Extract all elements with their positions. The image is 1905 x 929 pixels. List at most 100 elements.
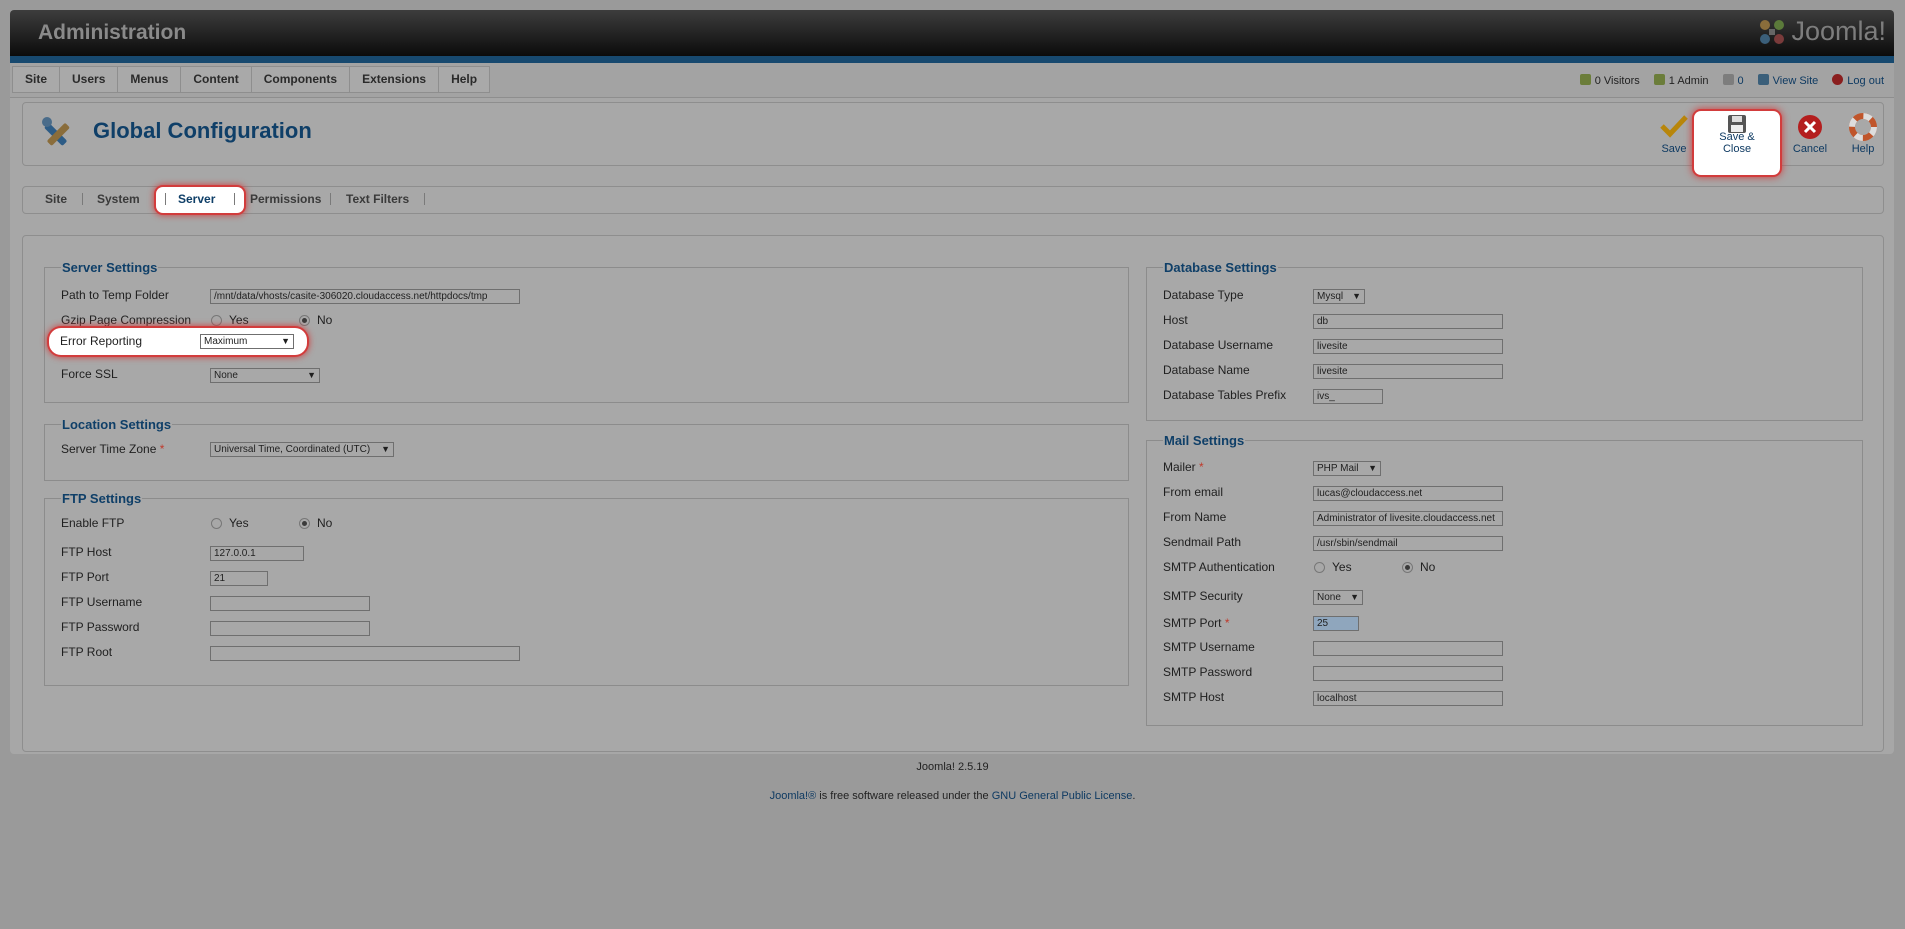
menu-item-content[interactable]: Content xyxy=(180,66,252,93)
db-prefix-input[interactable]: ivs_ xyxy=(1313,389,1383,404)
db-type-select[interactable]: Mysql ▼ xyxy=(1313,289,1365,304)
smtp-auth-yes-label: Yes xyxy=(1332,560,1352,574)
smtp-security-select[interactable]: None ▼ xyxy=(1313,590,1363,605)
license-text: Joomla!® is free software released under… xyxy=(0,790,1905,802)
error-reporting-label: Error Reporting xyxy=(60,334,143,348)
smtp-password-input[interactable] xyxy=(1313,666,1503,681)
force-ssl-select[interactable]: None ▼ xyxy=(210,368,320,383)
temp-folder-label: Path to Temp Folder xyxy=(61,288,169,302)
error-reporting-select[interactable]: Maximum ▼ xyxy=(200,334,294,349)
admin-header: Administration Joomla! xyxy=(10,10,1894,56)
smtp-host-label: SMTP Host xyxy=(1163,690,1225,704)
smtp-auth-no-radio[interactable] xyxy=(1402,562,1413,573)
mailer-select[interactable]: PHP Mail ▼ xyxy=(1313,461,1381,476)
timezone-label-text: Server Time Zone xyxy=(61,442,157,456)
dropdown-arrow-icon: ▼ xyxy=(1350,592,1359,602)
admins-status: 1 Admin xyxy=(1653,74,1709,87)
visitors-icon xyxy=(1579,74,1591,85)
page-toolbar: Global Configuration xyxy=(22,102,1884,166)
joomla-logo-icon xyxy=(1760,19,1785,44)
joomla-logo-text: Joomla! xyxy=(1791,16,1886,46)
menu-item-extensions[interactable]: Extensions xyxy=(349,66,440,93)
ftp-password-input[interactable] xyxy=(210,621,370,636)
logout-label[interactable]: Log out xyxy=(1847,75,1884,87)
gpl-license-link[interactable]: GNU General Public License xyxy=(992,790,1133,802)
gzip-yes-label: Yes xyxy=(229,313,249,327)
from-email-input[interactable]: lucas@cloudaccess.net xyxy=(1313,486,1503,501)
ftp-yes-radio[interactable] xyxy=(211,518,222,529)
help-label: Help xyxy=(1851,143,1875,155)
tab-server[interactable]: Server xyxy=(178,187,215,211)
cancel-button[interactable]: Cancel xyxy=(1780,110,1840,158)
timezone-select[interactable]: Universal Time, Coordinated (UTC) ▼ xyxy=(210,442,394,457)
mailer-label: Mailer * xyxy=(1163,460,1204,474)
smtp-username-label: SMTP Username xyxy=(1163,640,1255,654)
checkmark-icon xyxy=(1660,115,1688,138)
menu-item-help[interactable]: Help xyxy=(438,66,491,93)
tab-system[interactable]: System xyxy=(97,187,140,211)
admin-window: Administration Joomla! Site Users Menus … xyxy=(10,10,1894,754)
from-name-label: From Name xyxy=(1163,510,1227,524)
ftp-root-input[interactable] xyxy=(210,646,520,661)
tab-text-filters[interactable]: Text Filters xyxy=(346,187,409,211)
tab-separator xyxy=(165,193,166,205)
from-name-input[interactable]: Administrator of livesite.cloudaccess.ne… xyxy=(1313,511,1503,526)
dropdown-arrow-icon: ▼ xyxy=(1368,463,1377,473)
messages-icon xyxy=(1722,74,1734,85)
smtp-security-label: SMTP Security xyxy=(1163,589,1243,603)
mailer-label-text: Mailer xyxy=(1163,460,1196,474)
required-marker: * xyxy=(1199,460,1204,474)
mail-settings-legend: Mail Settings xyxy=(1163,433,1246,448)
view-site-link[interactable]: View Site xyxy=(1757,74,1819,87)
tab-permissions[interactable]: Permissions xyxy=(250,187,321,211)
gzip-no-radio[interactable] xyxy=(299,315,310,326)
dropdown-arrow-icon: ▼ xyxy=(1352,291,1361,301)
sendmail-path-input[interactable]: /usr/sbin/sendmail xyxy=(1313,536,1503,551)
db-type-label: Database Type xyxy=(1163,288,1244,302)
gzip-yes-radio[interactable] xyxy=(211,315,222,326)
messages-count[interactable]: 0 xyxy=(1738,75,1744,87)
help-button[interactable]: Help xyxy=(1838,110,1888,158)
ftp-no-label: No xyxy=(317,516,333,530)
save-close-button[interactable]: Save & Close xyxy=(1707,110,1767,158)
menu-item-users[interactable]: Users xyxy=(59,66,119,93)
force-ssl-value: None xyxy=(214,370,238,381)
version-text: Joomla! 2.5.19 xyxy=(916,761,989,773)
messages-status[interactable]: 0 xyxy=(1722,74,1744,87)
server-settings-legend: Server Settings xyxy=(61,260,159,275)
ftp-host-input[interactable]: 127.0.0.1 xyxy=(210,546,304,561)
cancel-icon xyxy=(1798,115,1822,139)
ftp-no-radio[interactable] xyxy=(299,518,310,529)
db-name-input[interactable]: livesite xyxy=(1313,364,1503,379)
smtp-security-value: None xyxy=(1317,592,1341,603)
view-site-label[interactable]: View Site xyxy=(1773,75,1819,87)
menu-item-menus[interactable]: Menus xyxy=(117,66,182,93)
dropdown-arrow-icon: ▼ xyxy=(307,370,316,380)
dropdown-arrow-icon: ▼ xyxy=(381,444,390,454)
required-marker: * xyxy=(1224,616,1230,630)
temp-folder-input[interactable]: /mnt/data/vhosts/casite-306020.cloudacce… xyxy=(210,289,520,304)
smtp-port-input[interactable]: 25 xyxy=(1313,616,1359,631)
db-type-value: Mysql xyxy=(1317,291,1344,302)
db-username-input[interactable]: livesite xyxy=(1313,339,1503,354)
logout-link[interactable]: Log out xyxy=(1832,74,1884,87)
db-host-input[interactable]: db xyxy=(1313,314,1503,329)
menu-item-components[interactable]: Components xyxy=(250,66,351,93)
mail-settings-group: Mail Settings xyxy=(1146,433,1863,726)
smtp-username-input[interactable] xyxy=(1313,641,1503,656)
smtp-port-label-text: SMTP Port xyxy=(1163,616,1222,630)
ftp-settings-group: FTP Settings xyxy=(44,491,1129,686)
ftp-username-input[interactable] xyxy=(210,596,370,611)
ftp-port-input[interactable]: 21 xyxy=(210,571,268,586)
license-end: . xyxy=(1132,790,1136,802)
smtp-auth-yes-radio[interactable] xyxy=(1314,562,1325,573)
tab-site[interactable]: Site xyxy=(45,187,67,211)
smtp-host-input[interactable]: localhost xyxy=(1313,691,1503,706)
ftp-root-label: FTP Root xyxy=(61,645,113,659)
config-panel: Server Settings Path to Temp Folder /mnt… xyxy=(22,235,1884,752)
admin-title: Administration xyxy=(38,21,187,44)
menu-item-site[interactable]: Site xyxy=(12,66,61,93)
enable-ftp-label: Enable FTP xyxy=(61,516,125,530)
joomla-link[interactable]: Joomla!® xyxy=(770,790,817,802)
sendmail-path-label: Sendmail Path xyxy=(1163,535,1242,549)
